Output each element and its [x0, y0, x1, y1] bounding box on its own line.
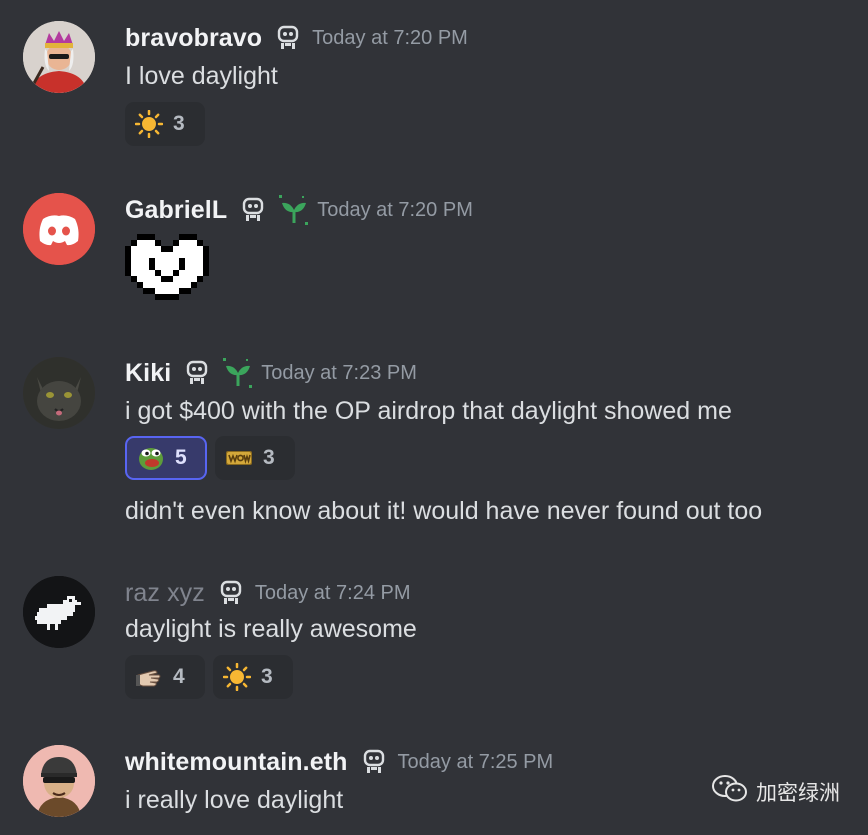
pointing-hand-emoji-icon	[135, 663, 163, 691]
username[interactable]: raz xyz	[125, 579, 205, 608]
message-text: i really love daylight	[125, 786, 344, 814]
message-text: i got $400 with the OP airdrop that dayl…	[125, 397, 732, 425]
robot-badge-icon	[276, 25, 300, 51]
message-text: I love daylight	[125, 62, 278, 90]
reaction-pointing-hand[interactable]: 4	[125, 655, 205, 699]
reactions: 3	[125, 102, 205, 146]
avatar[interactable]	[23, 745, 95, 817]
reaction-pepe[interactable]: 5	[125, 436, 207, 480]
wechat-icon	[712, 774, 748, 809]
username[interactable]: GabrielL	[125, 196, 227, 225]
username[interactable]: bravobravo	[125, 24, 262, 53]
sprout-badge-icon	[221, 356, 255, 390]
reaction-count: 4	[173, 665, 185, 688]
username[interactable]: Kiki	[125, 359, 171, 388]
timestamp[interactable]: Today at 7:23 PM	[261, 362, 417, 385]
reaction-sun[interactable]: 3	[213, 655, 293, 699]
avatar[interactable]	[23, 193, 95, 265]
watermark: 加密绿洲	[712, 774, 840, 809]
reaction-count: 3	[263, 446, 275, 469]
reactions: 4 3	[125, 655, 293, 699]
message-followup-text: didn't even know about it! would have ne…	[125, 497, 763, 525]
reaction-count: 3	[261, 665, 273, 688]
reaction-count: 5	[175, 446, 187, 469]
reaction-wow[interactable]: 3	[215, 436, 295, 480]
username[interactable]: whitemountain.eth	[125, 748, 348, 777]
pepe-emoji-icon	[137, 444, 165, 472]
timestamp[interactable]: Today at 7:24 PM	[255, 582, 411, 605]
robot-badge-icon	[241, 197, 265, 223]
timestamp[interactable]: Today at 7:25 PM	[398, 751, 554, 774]
sun-emoji-icon	[222, 662, 252, 692]
wow-emoji-icon	[225, 444, 253, 472]
reactions: 5 3	[125, 436, 295, 480]
message-text: daylight is really awesome	[125, 615, 417, 643]
reaction-count: 3	[173, 112, 185, 135]
timestamp[interactable]: Today at 7:20 PM	[317, 199, 473, 222]
sprout-badge-icon	[277, 193, 311, 227]
robot-badge-icon	[362, 749, 386, 775]
sun-emoji-icon	[134, 109, 164, 139]
timestamp[interactable]: Today at 7:20 PM	[312, 27, 468, 50]
avatar[interactable]	[23, 357, 95, 429]
avatar[interactable]	[23, 21, 95, 93]
avatar[interactable]	[23, 576, 95, 648]
pixel-heart-sticker[interactable]	[125, 234, 209, 306]
watermark-text: 加密绿洲	[756, 781, 840, 805]
robot-badge-icon	[219, 580, 243, 606]
reaction-sun[interactable]: 3	[125, 102, 205, 146]
robot-badge-icon	[185, 360, 209, 386]
